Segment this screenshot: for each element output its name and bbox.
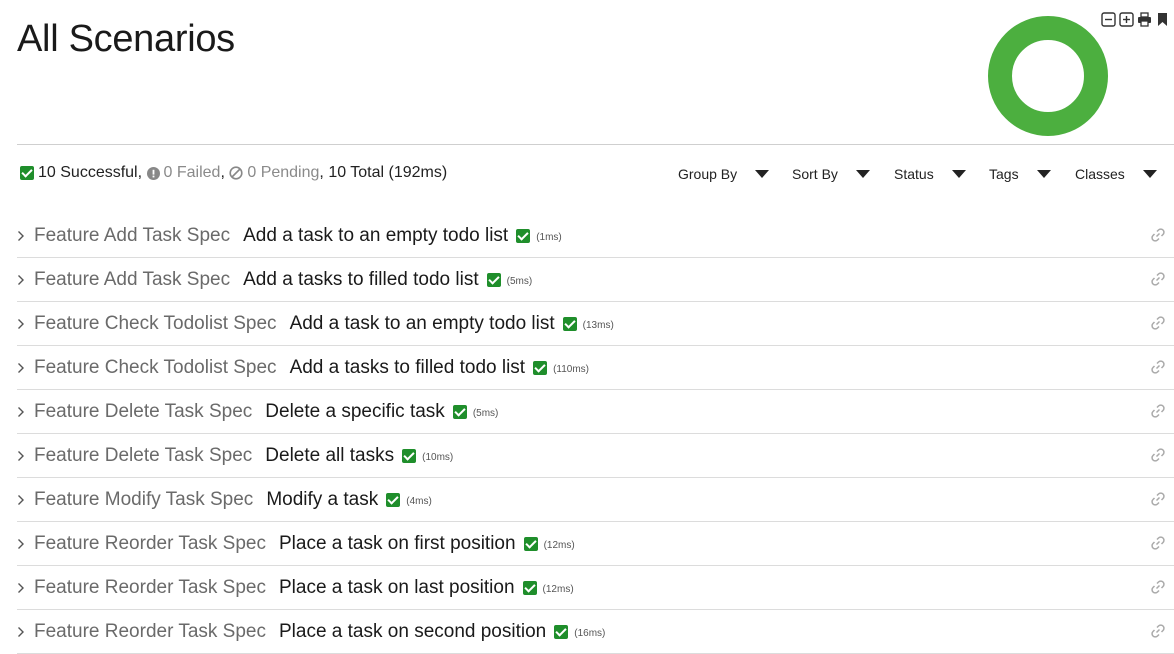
chevron-right-icon[interactable] [17, 362, 31, 374]
group-by-dropdown[interactable]: Group By [678, 166, 770, 182]
scenario-row[interactable]: Feature Reorder Task Spec Place a task o… [17, 566, 1174, 610]
scenario-name: Place a task on first position [279, 532, 516, 554]
scenario-row[interactable]: Feature Reorder Task Spec Place a task o… [17, 610, 1174, 654]
passed-check-icon [386, 492, 401, 507]
expand-icon[interactable] [1119, 12, 1134, 27]
filter-bar: Group By Sort By Status Tags Classes [0, 166, 1174, 188]
feature-name: Feature Check Todolist Spec [34, 312, 277, 334]
scenario-duration: (5ms) [506, 276, 533, 287]
scenario-duration: (12ms) [542, 584, 574, 595]
chevron-right-icon[interactable] [17, 406, 31, 418]
caret-down-icon [755, 170, 770, 178]
toolbar [1101, 12, 1170, 27]
scenario-row[interactable]: Feature Modify Task Spec Modify a task (… [17, 478, 1174, 522]
passed-check-icon [486, 272, 501, 287]
scenario-duration: (1ms) [536, 232, 562, 243]
link-icon[interactable] [1150, 359, 1166, 375]
scenario-name: Add a tasks to filled todo list [243, 268, 479, 290]
feature-name: Feature Check Todolist Spec [34, 356, 277, 378]
link-icon[interactable] [1150, 623, 1166, 639]
feature-name: Feature Modify Task Spec [34, 488, 254, 510]
scenario-row[interactable]: Feature Delete Task Spec Delete all task… [17, 434, 1174, 478]
link-icon[interactable] [1150, 491, 1166, 507]
chevron-right-icon[interactable] [17, 318, 31, 330]
scenario-row[interactable]: Feature Add Task Spec Add a tasks to fil… [17, 258, 1174, 302]
scenario-row[interactable]: Feature Check Todolist Spec Add a tasks … [17, 346, 1174, 390]
chevron-right-icon[interactable] [17, 274, 31, 286]
feature-name: Feature Delete Task Spec [34, 444, 253, 466]
link-icon[interactable] [1150, 271, 1166, 287]
print-icon[interactable] [1137, 12, 1152, 27]
link-icon[interactable] [1150, 315, 1166, 331]
chevron-right-icon[interactable] [17, 538, 31, 550]
tags-dropdown[interactable]: Tags [989, 166, 1051, 182]
sort-by-dropdown[interactable]: Sort By [792, 166, 870, 182]
passed-check-icon [452, 404, 467, 419]
classes-dropdown[interactable]: Classes [1075, 166, 1157, 182]
status-dropdown[interactable]: Status [894, 166, 966, 182]
feature-name: Feature Reorder Task Spec [34, 532, 266, 554]
feature-name: Feature Reorder Task Spec [34, 576, 266, 598]
link-icon[interactable] [1150, 403, 1166, 419]
scenario-row[interactable]: Feature Add Task Spec Add a task to an e… [17, 214, 1174, 258]
passed-check-icon [554, 624, 569, 639]
bookmark-icon[interactable] [1155, 12, 1170, 27]
link-icon[interactable] [1150, 535, 1166, 551]
scenario-name: Delete all tasks [265, 444, 395, 466]
scenario-name: Add a task to an empty todo list [243, 224, 509, 246]
scenario-duration: (4ms) [406, 496, 432, 507]
chevron-right-icon[interactable] [17, 230, 31, 242]
scenario-name: Place a task on last position [279, 576, 515, 598]
scenario-duration: (12ms) [543, 540, 575, 551]
scenario-duration: (10ms) [422, 452, 454, 463]
caret-down-icon [1142, 170, 1157, 178]
feature-name: Feature Reorder Task Spec [34, 620, 266, 642]
chevron-right-icon[interactable] [17, 450, 31, 462]
scenario-duration: (16ms) [574, 628, 606, 639]
feature-name: Feature Add Task Spec [34, 224, 231, 246]
scenario-name: Add a task to an empty todo list [289, 312, 555, 334]
scenario-name: Place a task on second position [279, 620, 547, 642]
link-icon[interactable] [1150, 227, 1166, 243]
link-icon[interactable] [1150, 447, 1166, 463]
scenario-name: Delete a specific task [265, 400, 445, 422]
feature-name: Feature Delete Task Spec [34, 400, 253, 422]
page-title: All Scenarios [17, 18, 235, 60]
scenario-list: Feature Add Task Spec Add a task to an e… [17, 214, 1174, 654]
passed-check-icon [522, 580, 537, 595]
feature-name: Feature Add Task Spec [34, 268, 231, 290]
chevron-right-icon[interactable] [17, 582, 31, 594]
scenario-name: Modify a task [266, 488, 379, 510]
passed-check-icon [402, 448, 417, 463]
success-donut-chart [988, 16, 1108, 136]
scenario-row[interactable]: Feature Reorder Task Spec Place a task o… [17, 522, 1174, 566]
passed-check-icon [516, 228, 531, 243]
caret-down-icon [855, 170, 870, 178]
scenario-row[interactable]: Feature Delete Task Spec Delete a specif… [17, 390, 1174, 434]
chevron-right-icon[interactable] [17, 626, 31, 638]
passed-check-icon [523, 536, 538, 551]
passed-check-icon [533, 360, 548, 375]
scenario-row[interactable]: Feature Check Todolist Spec Add a task t… [17, 302, 1174, 346]
scenario-name: Add a tasks to filled todo list [289, 356, 526, 378]
divider [17, 144, 1174, 145]
chevron-right-icon[interactable] [17, 494, 31, 506]
link-icon[interactable] [1150, 579, 1166, 595]
scenario-duration: (5ms) [472, 408, 499, 419]
scenario-duration: (110ms) [553, 364, 590, 375]
caret-down-icon [1036, 170, 1051, 178]
scenario-duration: (13ms) [582, 320, 614, 331]
passed-check-icon [562, 316, 577, 331]
caret-down-icon [951, 170, 966, 178]
